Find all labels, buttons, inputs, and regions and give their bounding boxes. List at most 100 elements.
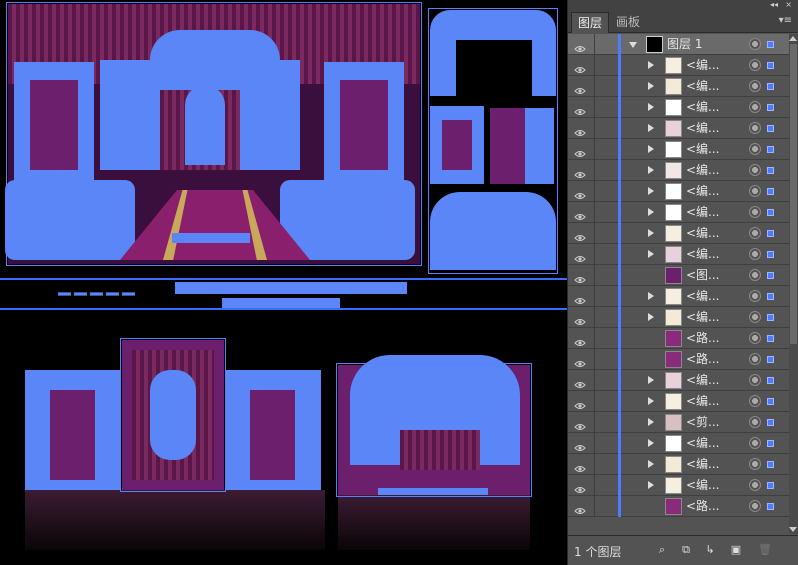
- make-clipping-mask-icon[interactable]: ⧉: [680, 544, 692, 556]
- expand-triangle-icon[interactable]: [648, 229, 654, 237]
- lock-column[interactable]: [594, 349, 595, 370]
- layer-group-row[interactable]: 图层 1: [568, 34, 790, 55]
- expand-triangle-icon[interactable]: [648, 145, 654, 153]
- layer-name[interactable]: <编...: [686, 244, 720, 265]
- lock-column[interactable]: [594, 412, 595, 433]
- visibility-eye-icon[interactable]: [574, 312, 586, 325]
- visibility-eye-icon[interactable]: [574, 144, 586, 157]
- layer-name[interactable]: <编...: [686, 307, 720, 328]
- selection-indicator-icon[interactable]: [767, 251, 774, 258]
- layer-row[interactable]: <编...: [568, 433, 790, 454]
- lock-column[interactable]: [594, 433, 595, 454]
- visibility-eye-icon[interactable]: [574, 459, 586, 472]
- lock-column[interactable]: [594, 202, 595, 223]
- lock-column[interactable]: [594, 118, 595, 139]
- target-circle-icon[interactable]: [749, 80, 761, 92]
- expand-triangle-icon[interactable]: [648, 103, 654, 111]
- visibility-eye-icon[interactable]: [574, 291, 586, 304]
- expand-triangle-icon[interactable]: [648, 124, 654, 132]
- selection-indicator-icon[interactable]: [767, 167, 774, 174]
- expand-triangle-icon[interactable]: [648, 61, 654, 69]
- expand-triangle-icon[interactable]: [648, 460, 654, 468]
- layer-name[interactable]: <编...: [686, 97, 720, 118]
- layer-name[interactable]: <剪...: [686, 412, 720, 433]
- target-circle-icon[interactable]: [749, 101, 761, 113]
- collapse-panel-button[interactable]: ◂◂: [770, 0, 778, 10]
- target-circle-icon[interactable]: [749, 458, 761, 470]
- visibility-eye-icon[interactable]: [574, 165, 586, 178]
- target-circle-icon[interactable]: [749, 374, 761, 386]
- target-circle-icon[interactable]: [749, 353, 761, 365]
- expand-triangle-icon[interactable]: [648, 250, 654, 258]
- lock-column[interactable]: [594, 391, 595, 412]
- expand-triangle-icon[interactable]: [648, 397, 654, 405]
- target-circle-icon[interactable]: [749, 290, 761, 302]
- visibility-eye-icon[interactable]: [574, 39, 586, 52]
- lock-column[interactable]: [594, 307, 595, 328]
- selection-indicator-icon[interactable]: [767, 461, 774, 468]
- scrollbar-thumb[interactable]: [790, 44, 797, 344]
- layer-row[interactable]: <编...: [568, 244, 790, 265]
- lock-column[interactable]: [594, 97, 595, 118]
- close-panel-button[interactable]: ×: [785, 0, 792, 10]
- lock-column[interactable]: [594, 370, 595, 391]
- expand-triangle-icon[interactable]: [648, 418, 654, 426]
- layer-name[interactable]: <编...: [686, 160, 720, 181]
- lock-column[interactable]: [594, 139, 595, 160]
- target-circle-icon[interactable]: [749, 227, 761, 239]
- layer-row[interactable]: <编...: [568, 223, 790, 244]
- selection-indicator-icon[interactable]: [767, 125, 774, 132]
- layer-row[interactable]: <编...: [568, 76, 790, 97]
- layer-name[interactable]: <路...: [686, 349, 720, 370]
- layer-name[interactable]: <编...: [686, 454, 720, 475]
- expand-triangle-icon[interactable]: [648, 187, 654, 195]
- visibility-eye-icon[interactable]: [574, 102, 586, 115]
- lock-column[interactable]: [594, 265, 595, 286]
- visibility-eye-icon[interactable]: [574, 249, 586, 262]
- visibility-eye-icon[interactable]: [574, 354, 586, 367]
- lock-column[interactable]: [594, 160, 595, 181]
- lock-column[interactable]: [594, 34, 595, 55]
- layer-name[interactable]: <编...: [686, 139, 720, 160]
- target-circle-icon[interactable]: [749, 269, 761, 281]
- expand-triangle-icon[interactable]: [648, 376, 654, 384]
- layer-name[interactable]: 图层 1: [667, 34, 702, 55]
- layer-row[interactable]: <编...: [568, 475, 790, 496]
- layer-row[interactable]: <路...: [568, 349, 790, 370]
- panel-menu-icon[interactable]: ▾≡: [779, 15, 792, 26]
- layer-name[interactable]: <编...: [686, 118, 720, 139]
- lock-column[interactable]: [594, 496, 595, 517]
- new-sublayer-icon[interactable]: ↳: [704, 544, 716, 556]
- target-circle-icon[interactable]: [749, 206, 761, 218]
- scroll-down-arrow-icon[interactable]: [789, 527, 797, 532]
- visibility-eye-icon[interactable]: [574, 333, 586, 346]
- selection-indicator-icon[interactable]: [767, 188, 774, 195]
- visibility-eye-icon[interactable]: [574, 270, 586, 283]
- layer-name[interactable]: <编...: [686, 475, 720, 496]
- layer-row[interactable]: <编...: [568, 55, 790, 76]
- target-circle-icon[interactable]: [749, 38, 761, 50]
- lock-column[interactable]: [594, 76, 595, 97]
- expand-triangle-icon[interactable]: [648, 313, 654, 321]
- visibility-eye-icon[interactable]: [574, 501, 586, 514]
- lock-column[interactable]: [594, 328, 595, 349]
- visibility-eye-icon[interactable]: [574, 60, 586, 73]
- tab-artboards[interactable]: 画板: [610, 12, 646, 33]
- layer-name[interactable]: <编...: [686, 223, 720, 244]
- target-circle-icon[interactable]: [749, 479, 761, 491]
- expand-triangle-icon[interactable]: [648, 292, 654, 300]
- selection-indicator-icon[interactable]: [767, 335, 774, 342]
- target-circle-icon[interactable]: [749, 311, 761, 323]
- target-circle-icon[interactable]: [749, 185, 761, 197]
- layer-row[interactable]: <编...: [568, 118, 790, 139]
- layer-row[interactable]: <编...: [568, 286, 790, 307]
- layer-row[interactable]: <路...: [568, 328, 790, 349]
- selection-indicator-icon[interactable]: [767, 230, 774, 237]
- selection-indicator-icon[interactable]: [767, 314, 774, 321]
- layer-row[interactable]: <编...: [568, 391, 790, 412]
- expand-triangle-icon[interactable]: [648, 439, 654, 447]
- selection-indicator-icon[interactable]: [767, 104, 774, 111]
- visibility-eye-icon[interactable]: [574, 81, 586, 94]
- artboard-canvas[interactable]: [0, 0, 567, 565]
- visibility-eye-icon[interactable]: [574, 186, 586, 199]
